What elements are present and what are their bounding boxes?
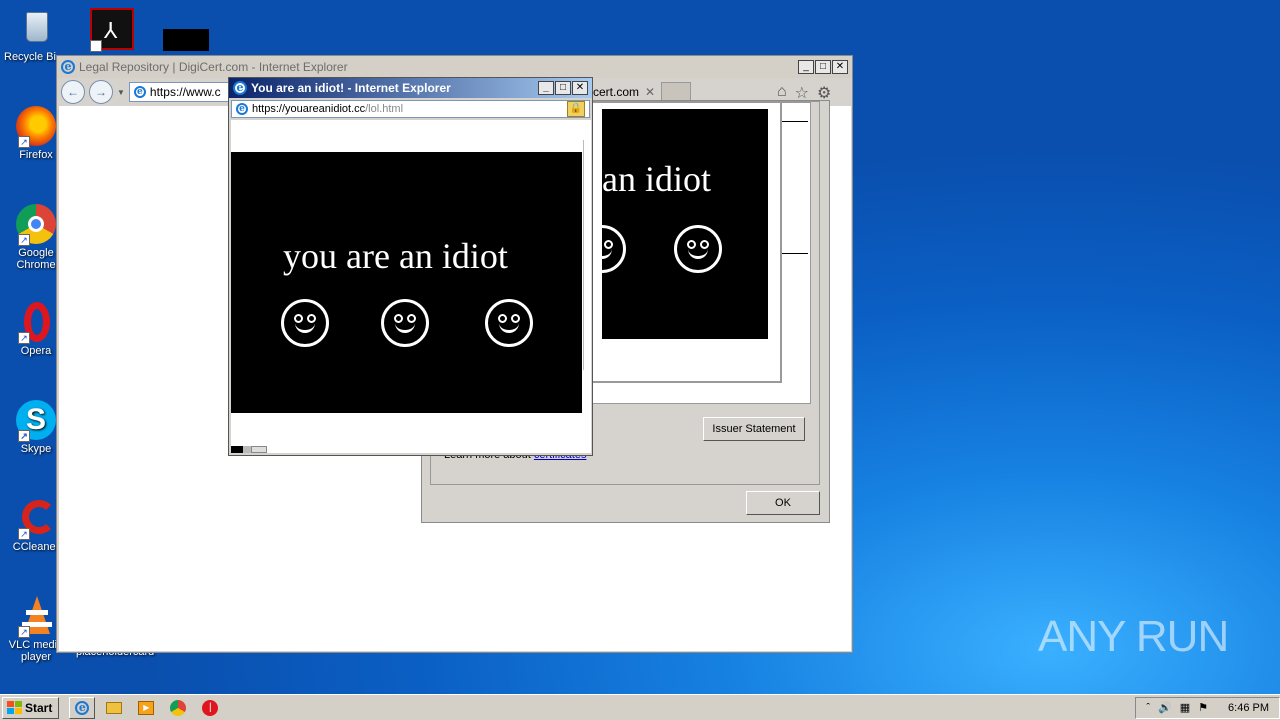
- banner-text: you are an idiot: [283, 236, 508, 276]
- main-titlebar[interactable]: e Legal Repository | DigiCert.com - Inte…: [57, 56, 852, 78]
- idiot-popup-window[interactable]: e You are an idiot! - Internet Explorer …: [228, 77, 593, 456]
- anyrun-watermark: ANY RUN: [1038, 612, 1229, 661]
- volume-icon[interactable]: 🔊: [1158, 701, 1172, 714]
- idiot-banner: you are an idiot: [231, 152, 582, 413]
- desktop-icon-label: Recycle Bin: [4, 51, 56, 63]
- smiley-icon: [674, 225, 722, 273]
- clock[interactable]: 6:46 PM: [1228, 702, 1269, 714]
- popup-url-domain: https://youareanidiot.cc: [252, 103, 366, 115]
- nested-idiot-banner: an idiot: [602, 109, 768, 339]
- taskbar-ie-icon[interactable]: e: [69, 696, 96, 719]
- minimize-button[interactable]: _: [798, 60, 814, 74]
- black-icon[interactable]: [163, 29, 209, 51]
- history-dropdown-icon[interactable]: ▼: [117, 88, 125, 97]
- smiley-icon: [485, 299, 533, 347]
- page-icon: e: [133, 86, 146, 98]
- tab-close-icon[interactable]: ✕: [645, 85, 655, 99]
- acrobat-reader-icon[interactable]: ⅄: [90, 8, 134, 52]
- divider: [782, 253, 808, 254]
- start-button[interactable]: Start: [2, 696, 60, 719]
- popup-minimize-button[interactable]: _: [538, 81, 554, 95]
- smiley-icon: [602, 225, 626, 273]
- popup-maximize-button[interactable]: □: [555, 81, 571, 95]
- recycle-bin-icon: [16, 8, 56, 48]
- ie-logo-icon: e: [233, 81, 247, 95]
- taskbar: Start e ▶ | ˆ 🔊 ▦ ⚑ 6:46 PM: [0, 694, 1280, 720]
- cert-details-frame: an idiot: [591, 102, 811, 404]
- taskbar-media-player-icon[interactable]: ▶: [133, 697, 159, 719]
- firefox-icon: ↗: [16, 106, 56, 148]
- opera-icon: ↗: [16, 302, 56, 344]
- vlc-icon: ↗: [16, 596, 56, 638]
- show-hidden-icons-icon[interactable]: ˆ: [1146, 702, 1150, 714]
- window-title: Legal Repository | DigiCert.com - Intern…: [79, 60, 348, 74]
- address-bar[interactable]: e https://www.c: [128, 82, 229, 102]
- system-tray: ˆ 🔊 ▦ ⚑ 6:46 PM: [1135, 696, 1280, 719]
- ccleaner-icon: ↗: [16, 498, 56, 540]
- popup-title: You are an idiot! - Internet Explorer: [251, 81, 451, 95]
- divider: [782, 121, 808, 122]
- windows-logo-icon: [7, 701, 22, 714]
- popup-content: you are an idiot: [231, 120, 591, 453]
- start-label: Start: [25, 700, 53, 715]
- popup-close-button[interactable]: ✕: [572, 81, 588, 95]
- popup-statusbar: [231, 446, 271, 453]
- popup-titlebar[interactable]: e You are an idiot! - Internet Explorer …: [229, 78, 592, 98]
- popup-address-bar[interactable]: e https://youareanidiot.cc/lol.html 🔒: [231, 100, 590, 118]
- smiley-icon: [381, 299, 429, 347]
- ie-logo-icon: e: [61, 60, 75, 74]
- new-tab-button[interactable]: [661, 82, 692, 102]
- action-center-flag-icon[interactable]: ⚑: [1198, 701, 1208, 714]
- ok-button[interactable]: OK: [746, 491, 820, 515]
- google-chrome-icon: ↗: [16, 204, 56, 246]
- lock-icon[interactable]: 🔒: [567, 101, 585, 117]
- taskbar-opera-icon[interactable]: |: [197, 697, 223, 719]
- forward-button[interactable]: →: [89, 80, 113, 104]
- skype-icon: S ↗: [16, 400, 56, 442]
- address-url: https://www.c: [149, 85, 221, 99]
- issuer-statement-button[interactable]: Issuer Statement: [703, 417, 805, 441]
- tab-label: cert.com: [593, 85, 640, 99]
- page-icon: e: [236, 103, 248, 115]
- maximize-button[interactable]: □: [815, 60, 831, 74]
- taskbar-chrome-icon[interactable]: [165, 697, 191, 719]
- smiley-icon: [281, 299, 329, 347]
- back-button[interactable]: ←: [61, 80, 85, 104]
- popup-scrollbar[interactable]: [583, 140, 591, 370]
- close-button[interactable]: ✕: [832, 60, 848, 74]
- taskbar-explorer-icon[interactable]: [101, 697, 127, 719]
- nested-popup-window: an idiot: [592, 103, 782, 383]
- nested-banner-text: an idiot: [602, 159, 711, 199]
- popup-url-path: /lol.html: [365, 103, 404, 115]
- network-icon[interactable]: ▦: [1180, 701, 1190, 714]
